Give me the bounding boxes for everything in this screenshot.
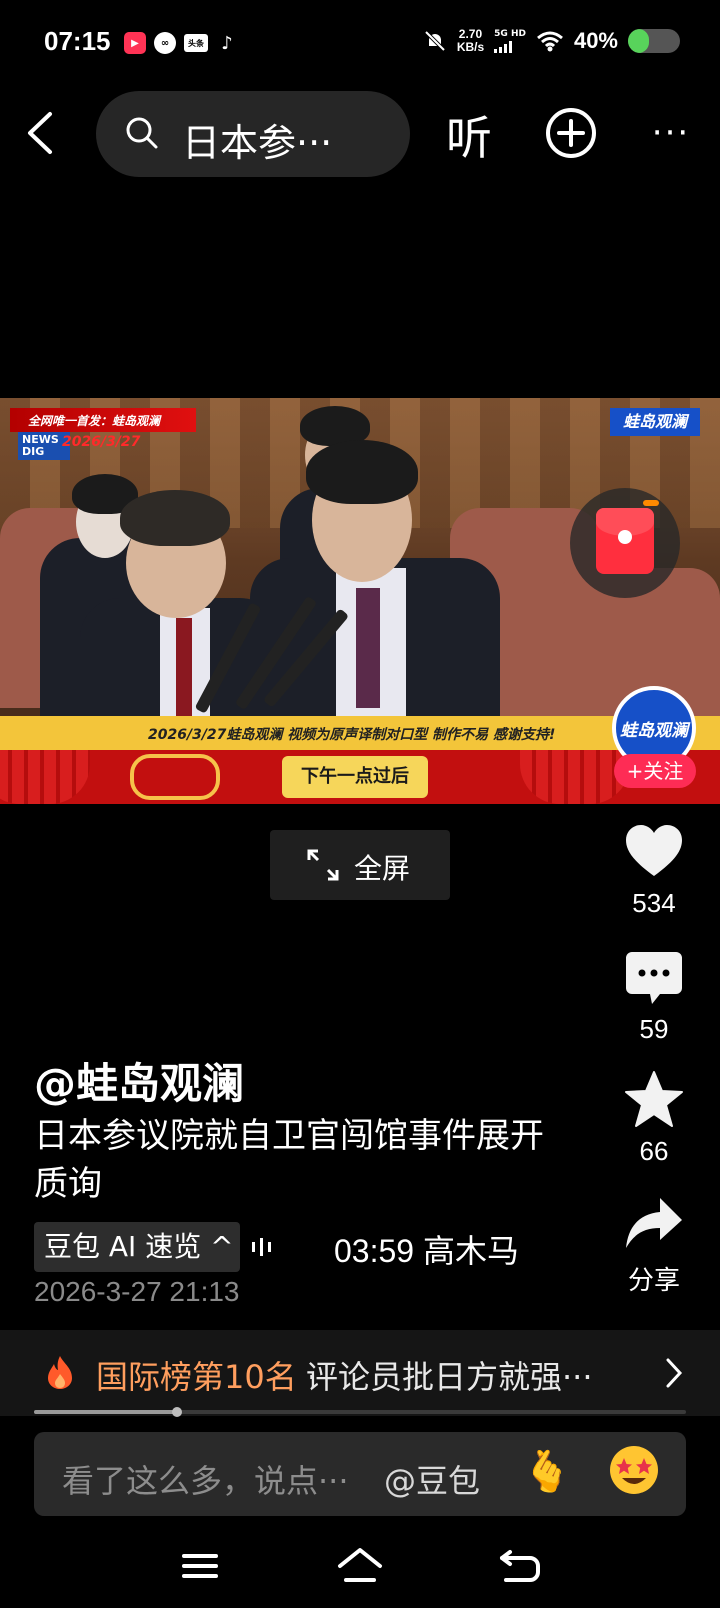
share-label: 分享 [627,1265,680,1295]
video-caption: 下午一点过后 [282,756,428,798]
rank-label: 国际榜第10名 · [96,1352,317,1398]
share-button[interactable]: 分享 [612,1194,696,1297]
search-query: 日本参··· [182,121,333,165]
signal-bars-icon [494,40,526,53]
rank-bar[interactable]: 国际榜第10名 · 评论员批日方就强··· [0,1330,720,1416]
signal-indicator: 5G HD [494,28,526,53]
rank-label-text: 国际榜第10名 [96,1358,297,1396]
video-badge: 全网唯一首发：蛙岛观澜 [10,408,196,432]
video-logo: 蛙岛观澜 [610,408,700,436]
finger-heart-emoji-button[interactable]: 🫰 [522,1448,572,1495]
video-date: 2026/3/27 [62,434,141,450]
search-icon [126,117,158,149]
status-bar: 07:15 ▶ ∞ 头条 ♪ 2.70 KB/s 5G HD 40% [0,0,720,90]
comment-placeholder: 看了这么多，说点··· [62,1462,349,1500]
summary-timeline-text[interactable]: 03:59 高木马 [334,1226,544,1272]
back-gesture-icon[interactable] [496,1546,544,1586]
video-player[interactable]: 全网唯一首发：蛙岛观澜 NEWS DIG 2026/3/27 蛙岛观澜 2026… [0,398,720,804]
back-icon[interactable] [18,106,66,160]
status-time: 07:15 [44,26,111,56]
knot-decoration [130,754,220,800]
status-right-cluster: 2.70 KB/s 5G HD 40% [423,28,680,54]
battery-icon [628,29,680,53]
heart-icon [626,825,682,876]
like-count: 534 [632,888,676,918]
playback-progress-fill [34,1410,178,1414]
red-packet-icon[interactable] [570,488,680,598]
post-title: 日本参议院就自卫官闯馆事件展开质询 [34,1116,544,1204]
net-speed-unit: KB/s [456,40,485,54]
ai-summary-button[interactable]: 豆包 AI 速览 ^ [34,1222,240,1272]
favorite-count: 66 [639,1136,669,1166]
listen-button[interactable]: 听 [446,102,492,168]
expand-icon [307,849,339,881]
share-icon [626,1198,682,1248]
playback-progress[interactable] [34,1407,686,1417]
fullscreen-label: 全屏 [354,852,411,885]
app-red-icon: ▶ [124,32,146,54]
author-name[interactable]: @蛙岛观澜 [34,1050,244,1111]
comment-icon [626,952,682,1004]
chevron-right-icon [666,1358,683,1388]
rank-description: 评论员批日方就强··· [306,1358,593,1396]
home-icon[interactable] [336,1546,384,1586]
comment-input[interactable]: 看了这么多，说点··· @豆包 🫰 [34,1432,686,1516]
search-box[interactable]: 日本参··· [96,91,410,177]
comment-button[interactable]: 59 [612,948,696,1045]
toutiao-icon: 头条 [184,34,208,52]
mute-bell-icon [424,30,446,52]
tiktok-icon: ♪ [216,32,238,54]
system-nav-bar [0,1530,720,1608]
like-button[interactable]: 534 [612,822,696,919]
video-banner: 下午一点过后 [0,750,720,804]
audio-wave-icon [252,1238,271,1256]
top-nav: 日本参··· 听 ··· [0,88,720,178]
notification-icons: ▶ ∞ 头条 ♪ [124,32,238,54]
star-icon [625,1071,683,1127]
net-speed: 2.70 KB/s [457,28,484,54]
mention-doubao-button[interactable]: @豆包 [384,1456,480,1502]
comment-count: 59 [639,1014,669,1044]
post-time: 2026-3-27 21:13 [34,1276,240,1307]
battery-fill [628,29,649,53]
network-type: 5G HD [494,28,526,39]
favorite-button[interactable]: 66 [612,1070,696,1167]
star-eyes-emoji-button[interactable] [610,1446,658,1494]
fullscreen-button[interactable]: 全屏 [270,830,450,900]
battery-percent: 40% [573,28,618,53]
follow-button[interactable]: +关注 [614,754,696,788]
more-options-icon[interactable]: ··· [646,106,696,160]
lantern-decoration [0,750,90,804]
menu-icon[interactable] [176,1546,224,1586]
wifi-icon [536,31,563,52]
app-white-icon: ∞ [154,32,176,54]
lantern-decoration [520,750,630,804]
fire-icon [48,1356,72,1389]
add-icon[interactable] [544,106,598,160]
